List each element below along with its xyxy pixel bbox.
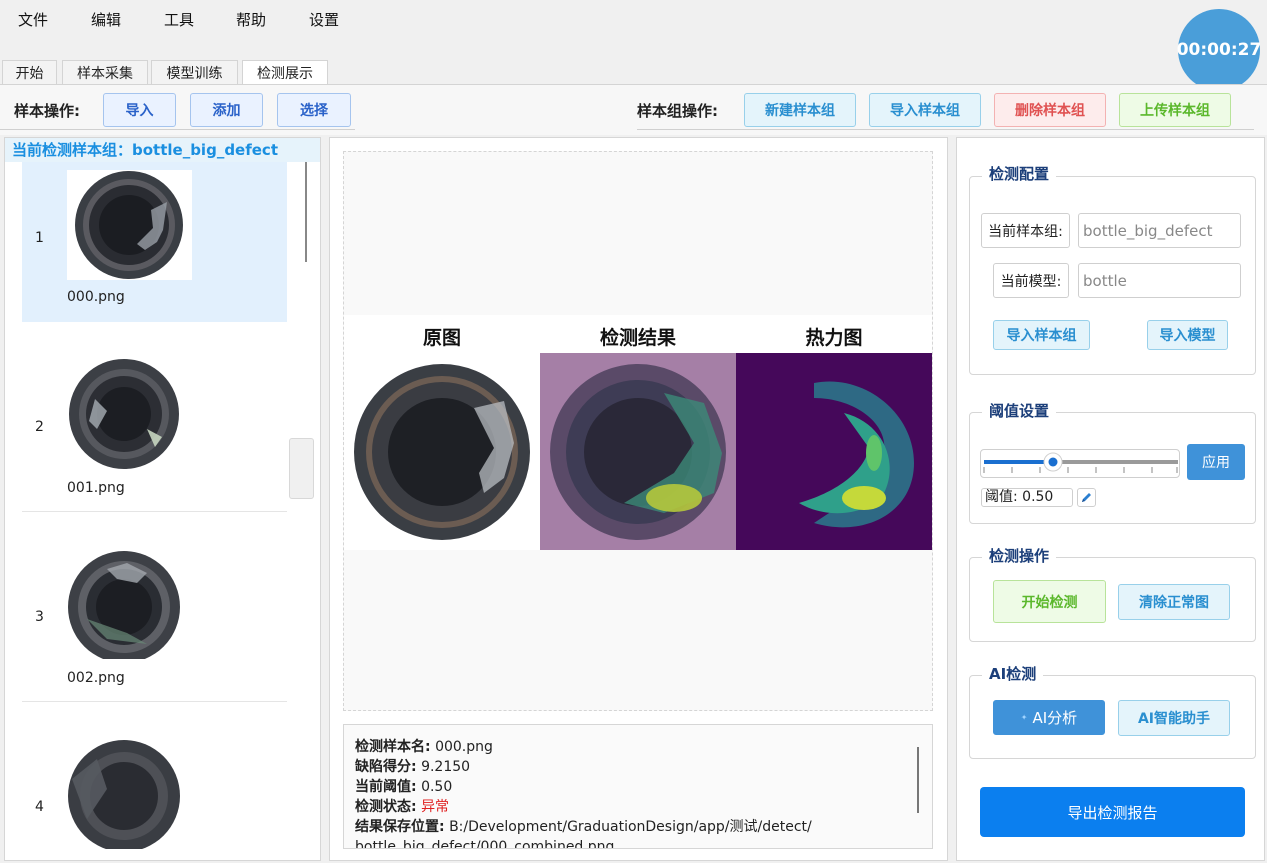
add-button[interactable]: 添加 <box>190 93 263 127</box>
detection-view-panel: 原图 检测结果 热力图 检测样本名: 000.png 缺陷得分: 9.2150 … <box>329 137 948 861</box>
clear-normal-button[interactable]: 清除正常图 <box>1118 584 1230 620</box>
edit-threshold-button[interactable] <box>1077 488 1096 507</box>
item-index: 3 <box>35 609 44 625</box>
sample-thumbnail <box>67 170 192 280</box>
export-report-button[interactable]: 导出检测报告 <box>980 787 1245 837</box>
original-label: 原图 <box>422 327 461 349</box>
item-index: 1 <box>35 230 44 246</box>
current-group-field[interactable]: bottle_big_defect <box>1078 213 1241 248</box>
sample-ops-label: 样本操作: <box>14 102 80 120</box>
config-title: 检测配置 <box>982 163 1057 184</box>
item-filename: 002.png <box>67 670 125 686</box>
select-button[interactable]: 选择 <box>277 93 351 127</box>
info-status: 检测状态: 异常 <box>355 799 450 815</box>
new-group-button[interactable]: 新建样本组 <box>744 93 856 127</box>
ai-assistant-button[interactable]: AI智能助手 <box>1118 700 1230 736</box>
sample-thumbnail <box>67 359 192 469</box>
sparkle-icon: ✦ <box>1020 713 1028 722</box>
import-button[interactable]: 导入 <box>103 93 176 127</box>
list-scroll-handle[interactable] <box>289 438 314 499</box>
import-model-button[interactable]: 导入模型 <box>1147 320 1228 350</box>
ai-analyze-button[interactable]: ✦ AI分析 <box>993 700 1105 735</box>
import-group-config-button[interactable]: 导入样本组 <box>993 320 1090 350</box>
import-group-button[interactable]: 导入样本组 <box>869 93 981 127</box>
upload-group-button[interactable]: 上传样本组 <box>1119 93 1231 127</box>
info-sample-name: 检测样本名: 000.png <box>355 739 493 755</box>
menu-tools[interactable]: 工具 <box>164 9 194 30</box>
result-canvas: 原图 检测结果 热力图 <box>343 151 933 711</box>
tab-detect-display[interactable]: 检测展示 <box>242 60 328 85</box>
slider-track[interactable] <box>981 450 1181 479</box>
sample-thumbnail <box>67 549 192 659</box>
current-group-title: 当前检测样本组：bottle_big_defect <box>5 138 320 162</box>
list-item[interactable]: 4 <box>22 702 287 860</box>
toolbar-underline-right <box>637 129 1254 130</box>
item-index: 2 <box>35 419 44 435</box>
detection-info-box: 检测样本名: 000.png 缺陷得分: 9.2150 当前阈值: 0.50 检… <box>343 724 933 849</box>
info-defect-score: 缺陷得分: 9.2150 <box>355 759 471 775</box>
heatmap-label: 热力图 <box>805 327 863 349</box>
menu-help[interactable]: 帮助 <box>236 9 266 30</box>
menu-edit[interactable]: 编辑 <box>91 9 121 30</box>
detect-result-label: 检测结果 <box>599 327 676 349</box>
detect-ops-title: 检测操作 <box>982 545 1057 566</box>
group-ops-label: 样本组操作: <box>637 102 718 120</box>
item-index: 4 <box>35 799 44 815</box>
tab-model-train[interactable]: 模型训练 <box>151 60 238 85</box>
result-images <box>344 353 932 550</box>
list-item[interactable]: 2 001.png <box>22 322 287 512</box>
elapsed-timer: 00:00:27 <box>1177 9 1261 91</box>
menu-file[interactable]: 文件 <box>18 9 48 30</box>
menu-settings[interactable]: 设置 <box>309 9 339 30</box>
info-threshold: 当前阈值: 0.50 <box>355 779 453 795</box>
item-filename: 000.png <box>67 289 125 305</box>
control-panel: 检测配置 当前样本组: bottle_big_defect 当前模型: bott… <box>956 137 1265 861</box>
tab-start[interactable]: 开始 <box>2 60 57 85</box>
delete-group-button[interactable]: 删除样本组 <box>994 93 1106 127</box>
toolbar-underline-left <box>0 129 355 130</box>
apply-threshold-button[interactable]: 应用 <box>1187 444 1245 480</box>
list-item[interactable]: 1 000.png <box>22 162 287 322</box>
threshold-value-display: 阈值: 0.50 <box>981 488 1073 507</box>
threshold-title: 阈值设置 <box>982 400 1057 421</box>
threshold-slider[interactable] <box>980 449 1180 478</box>
sample-thumbnail <box>67 739 192 849</box>
list-scrollbar-indicator[interactable] <box>305 162 307 262</box>
item-filename: 001.png <box>67 480 125 496</box>
combined-result-image: 原图 检测结果 热力图 <box>344 315 932 550</box>
model-label: 当前模型: <box>993 263 1069 298</box>
sample-list-panel: 当前检测样本组：bottle_big_defect 1 000.png 2 00… <box>4 137 321 861</box>
menu-bar: 文件 编辑 工具 帮助 设置 <box>0 0 1267 38</box>
info-save-path: 结果保存位置: B:/Development/GraduationDesign/… <box>355 819 812 835</box>
info-scrollbar[interactable] <box>917 747 919 813</box>
group-label: 当前样本组: <box>981 213 1070 248</box>
tab-sample-collect[interactable]: 样本采集 <box>62 60 148 85</box>
pencil-icon <box>1082 493 1091 502</box>
list-item[interactable]: 3 002.png <box>22 512 287 702</box>
info-save-path-cont: bottle_big_defect/000_combined.png <box>355 839 615 849</box>
ai-title: AI检测 <box>982 663 1044 684</box>
start-detect-button[interactable]: 开始检测 <box>993 580 1106 623</box>
current-model-field[interactable]: bottle <box>1078 263 1241 298</box>
